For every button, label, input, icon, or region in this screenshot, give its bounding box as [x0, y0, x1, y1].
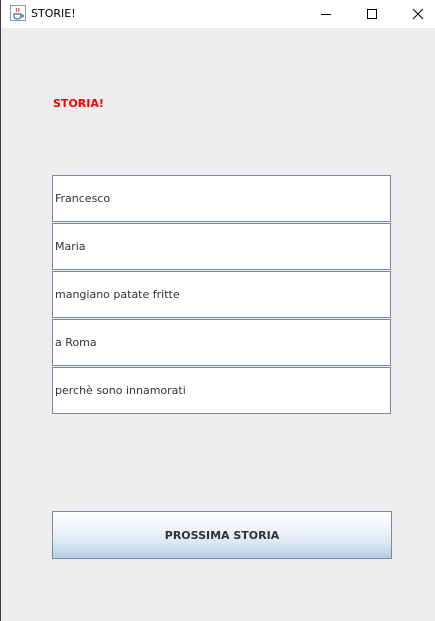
app-window: STORIE! STORIA! PROSSIMA STORIA	[0, 0, 435, 621]
window-title: STORIE!	[31, 7, 76, 20]
maximize-button[interactable]	[349, 0, 395, 28]
story-heading: STORIA!	[53, 97, 104, 110]
java-cup-icon	[10, 5, 26, 21]
minimize-icon	[321, 14, 331, 15]
with-whom-field[interactable]	[52, 223, 391, 270]
what-field[interactable]	[52, 271, 391, 318]
why-field[interactable]	[52, 367, 391, 414]
close-icon	[412, 8, 424, 20]
close-button[interactable]	[395, 0, 435, 28]
next-story-button[interactable]: PROSSIMA STORIA	[52, 511, 392, 559]
maximize-icon	[367, 9, 377, 19]
minimize-button[interactable]	[303, 0, 349, 28]
where-field[interactable]	[52, 319, 391, 366]
who-field[interactable]	[52, 175, 391, 222]
title-bar[interactable]: STORIE!	[1, 0, 435, 28]
